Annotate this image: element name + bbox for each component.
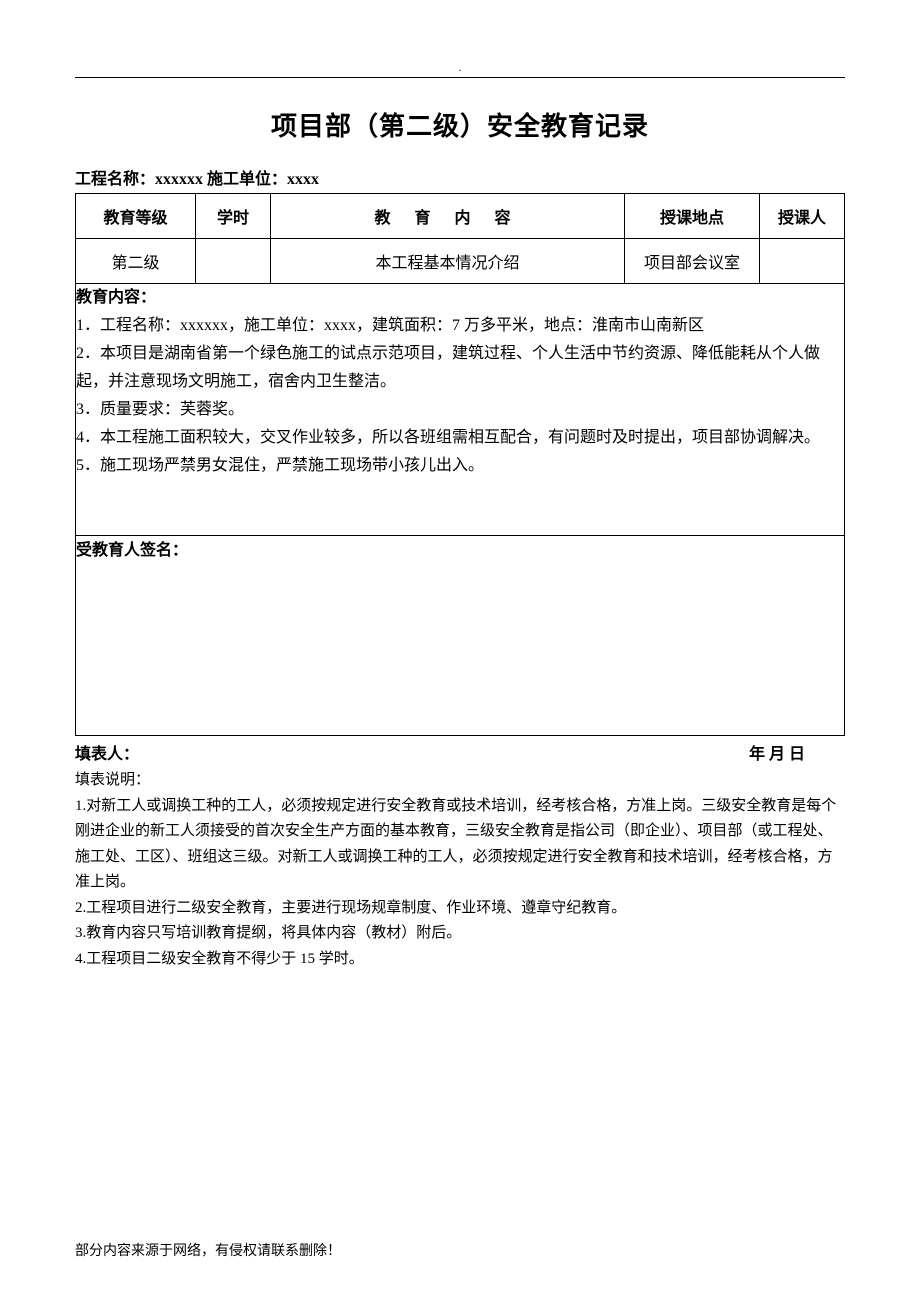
- header-teaching-place: 授课地点: [625, 194, 760, 239]
- notes-item: 2.工程项目进行二级安全教育，主要进行现场规章制度、作业环境、遵章守纪教育。: [75, 896, 845, 922]
- header-dot: .: [75, 60, 845, 75]
- top-rule: [75, 77, 845, 78]
- date-placeholder: 年 月 日: [749, 740, 845, 764]
- table-data-row: 第二级 本工程基本情况介绍 项目部会议室: [76, 239, 845, 284]
- education-content-item: 5．施工现场严禁男女混住，严禁施工现场带小孩儿出入。: [76, 452, 844, 480]
- notes-heading: 填表说明：: [75, 768, 845, 794]
- education-record-table: 教育等级 学时 教 育 内 容 授课地点 授课人 第二级 本工程基本情况介绍 项…: [75, 193, 845, 736]
- notes-item: 1.对新工人或调换工种的工人，必须按规定进行安全教育或技术培训，经考核合格，方准…: [75, 794, 845, 896]
- cell-hours: [196, 239, 271, 284]
- form-notes: 填表说明： 1.对新工人或调换工种的工人，必须按规定进行安全教育或技术培训，经考…: [75, 768, 845, 972]
- cell-teacher: [760, 239, 845, 284]
- cell-education-level: 第二级: [76, 239, 196, 284]
- notes-item: 3.教育内容只写培训教育提纲，将具体内容（教材）附后。: [75, 921, 845, 947]
- education-content-item: 4．本工程施工面积较大，交叉作业较多，所以各班组需相互配合，有问题时及时提出，项…: [76, 424, 844, 452]
- education-content-item: 3．质量要求：芙蓉奖。: [76, 396, 844, 424]
- education-content-item: 1．工程名称：xxxxxx，施工单位：xxxx，建筑面积：7 万多平米，地点：淮…: [76, 312, 844, 340]
- signature-heading: 受教育人签名：: [76, 536, 844, 560]
- header-teacher: 授课人: [760, 194, 845, 239]
- header-education-level: 教育等级: [76, 194, 196, 239]
- signature-block: 受教育人签名：: [76, 536, 845, 736]
- header-hours: 学时: [196, 194, 271, 239]
- page-footer: 部分内容来源于网络，有侵权请联系删除！: [75, 1240, 341, 1260]
- education-content-block: 教育内容： 1．工程名称：xxxxxx，施工单位：xxxx，建筑面积：7 万多平…: [76, 284, 845, 536]
- project-info-line: 工程名称：xxxxxx 施工单位：xxxx: [75, 165, 845, 189]
- page: . 项目部（第二级）安全教育记录 工程名称：xxxxxx 施工单位：xxxx 教…: [0, 0, 920, 1302]
- education-content-item: 2．本项目是湖南省第一个绿色施工的试点示范项目，建筑过程、个人生活中节约资源、降…: [76, 340, 844, 396]
- form-filler-label: 填表人：: [75, 740, 749, 764]
- notes-item: 4.工程项目二级安全教育不得少于 15 学时。: [75, 947, 845, 973]
- education-content-heading: 教育内容：: [76, 284, 844, 312]
- cell-education-content: 本工程基本情况介绍: [271, 239, 625, 284]
- document-title: 项目部（第二级）安全教育记录: [75, 106, 845, 143]
- header-education-content: 教 育 内 容: [271, 194, 625, 239]
- table-header-row: 教育等级 学时 教 育 内 容 授课地点 授课人: [76, 194, 845, 239]
- cell-teaching-place: 项目部会议室: [625, 239, 760, 284]
- form-filler-row: 填表人： 年 月 日: [75, 740, 845, 764]
